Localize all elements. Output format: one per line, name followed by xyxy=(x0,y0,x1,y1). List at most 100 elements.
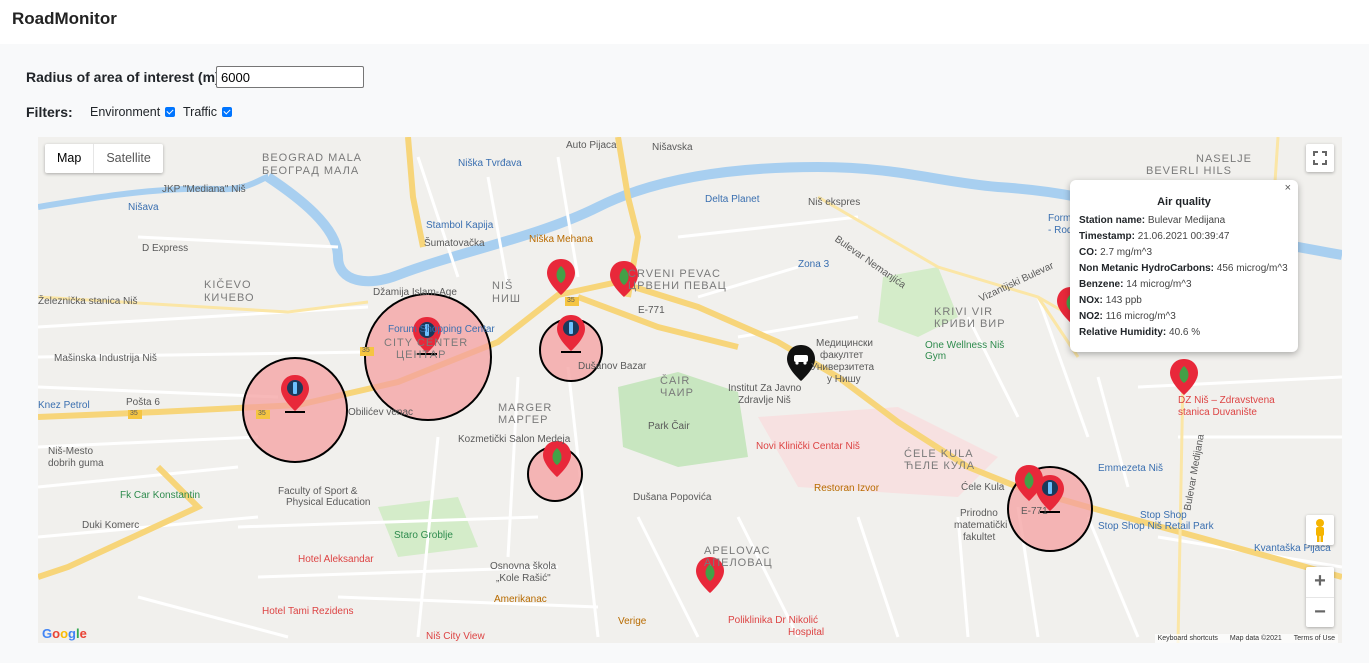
popup-value: 21.06.2021 00:39:47 xyxy=(1137,231,1230,242)
popup-key: Relative Humidity: xyxy=(1079,327,1167,338)
poi-label: Медицински xyxy=(816,338,874,349)
poi-label: Zdravlje Niš xyxy=(738,395,791,406)
popup-value: 456 microg/m^3 xyxy=(1216,263,1288,274)
popup-close-icon[interactable]: × xyxy=(1285,182,1291,194)
popup-value: 14 microg/m^3 xyxy=(1126,279,1192,290)
map[interactable]: BEOGRAD MALA БЕОГРАД МАЛА Niška Tvrđava … xyxy=(38,137,1342,643)
map-data-text: Map data ©2021 xyxy=(1229,635,1282,642)
poi-label: Hospital xyxy=(788,627,825,638)
popup-row: Relative Humidity: 40.6 % xyxy=(1079,325,1289,341)
area-label: НИШ xyxy=(492,293,521,305)
road-shield-label: 35 xyxy=(258,410,266,417)
map-type-satellite[interactable]: Satellite xyxy=(94,144,162,173)
poi-label: Stambol Kapija xyxy=(426,220,494,231)
road-shield-label: 35 xyxy=(567,297,575,304)
area-label: NASELJE xyxy=(1196,153,1252,165)
area-label: BEVERLI HILS xyxy=(1146,165,1232,177)
poi-label: Kozmetički Salon Medeja xyxy=(458,434,571,445)
poi-label: Stop Shop xyxy=(1140,510,1187,521)
poi-label: Hotel Tami Rezidens xyxy=(262,606,354,617)
area-label: КИЧЕВО xyxy=(204,292,255,304)
popup-row: Benzene: 14 microg/m^3 xyxy=(1079,277,1289,293)
area-label: ЦРВЕНИ ПЕВАЦ xyxy=(628,280,727,292)
popup-row: Non Metanic HydroCarbons: 456 microg/m^3 xyxy=(1079,261,1289,277)
zoom-in-button[interactable]: + xyxy=(1306,567,1334,597)
poi-label: Poliklinika Dr Nikolić xyxy=(728,615,819,626)
poi-label: Emmezeta Niš xyxy=(1098,463,1164,474)
map-attribution: Keyboard shortcuts Map data ©2021 Terms … xyxy=(1154,634,1338,643)
street-label: Dušana Popovića xyxy=(633,492,712,503)
poi-label: Restoran Izvor xyxy=(814,483,880,494)
filters-label: Filters: xyxy=(26,104,73,120)
popup-title: Air quality xyxy=(1157,196,1211,208)
area-label: APELOVAC xyxy=(704,545,771,557)
street-view-button[interactable] xyxy=(1306,515,1334,545)
poi-label: Physical Education xyxy=(286,497,371,508)
area-label: NIŠ xyxy=(492,280,514,292)
poi-label: fakultet xyxy=(963,532,996,543)
poi-label: Forum Shopping Centar xyxy=(388,324,495,335)
popup-key: CO: xyxy=(1079,247,1098,258)
environment-checkbox[interactable] xyxy=(165,107,176,117)
poi-label: Verige xyxy=(618,616,647,627)
area-label: ЋЕЛЕ КУЛА xyxy=(904,460,976,472)
filter-traffic-label: Traffic xyxy=(183,105,218,119)
poi-label: Novi Klinički Centar Niš xyxy=(756,441,860,452)
keyboard-shortcuts-link[interactable]: Keyboard shortcuts xyxy=(1158,635,1218,642)
road-shield-label: 35 xyxy=(130,410,138,417)
poi-label: Niška Tvrđava xyxy=(458,158,522,169)
popup-value: 143 ppb xyxy=(1105,295,1142,306)
street-label: Nišavska xyxy=(652,142,693,153)
road-shield-label: 35 xyxy=(362,347,370,354)
poi-label: Staro Groblje xyxy=(394,530,453,541)
area-label: ЦЕНТАР xyxy=(396,349,447,361)
poi-label: One Wellness Niš xyxy=(925,340,1005,351)
poi-label: Универзитета xyxy=(811,362,875,373)
filter-environment-label: Environment xyxy=(90,105,161,119)
poi-label: Pošta 6 xyxy=(126,397,160,408)
poi-label: Niš-Mesto xyxy=(48,446,94,457)
filter-traffic[interactable]: Traffic xyxy=(183,105,233,119)
poi-label: Ćele Kula xyxy=(961,482,1005,493)
road-label: E-771 xyxy=(1021,506,1048,517)
poi-label: Delta Planet xyxy=(705,194,760,205)
popup-key: Non Metanic HydroCarbons: xyxy=(1079,263,1215,274)
poi-label: D Express xyxy=(142,243,189,254)
radius-label: Radius of area of interest (m) xyxy=(26,69,220,85)
area-label: CITY CENTER xyxy=(384,337,469,349)
map-type-map[interactable]: Map xyxy=(45,144,95,173)
poi-label: Auto Pijaca xyxy=(566,140,617,151)
poi-label: Železnička stanica Niš xyxy=(38,296,138,307)
radius-input[interactable] xyxy=(216,66,364,88)
poi-label: Mašinska Industrija Niš xyxy=(54,353,157,364)
poi-label: у Нишу xyxy=(827,374,861,385)
poi-label: „Kole Rašić" xyxy=(496,573,551,584)
zoom-out-button[interactable]: − xyxy=(1306,597,1334,627)
poi-label: matematički xyxy=(954,520,1008,531)
popup-value: 40.6 % xyxy=(1169,327,1201,338)
poi-label: Džamija Islam-Age xyxy=(373,287,457,298)
route-shields xyxy=(128,297,579,419)
poi-label: Stop Shop Niš Retail Park xyxy=(1098,521,1214,532)
area-label: ĆELE KULA xyxy=(904,448,974,460)
poi-label: Fk Car Konstantin xyxy=(120,490,201,501)
pegman-icon xyxy=(1316,519,1324,542)
poi-label: Faculty of Sport & xyxy=(278,486,358,497)
filter-environment[interactable]: Environment xyxy=(90,105,176,119)
popup-row: Station name: Bulevar Medijana xyxy=(1079,213,1289,229)
poi-label: Niš City View xyxy=(426,631,485,642)
zoom-control: + − xyxy=(1306,567,1334,627)
terms-link[interactable]: Terms of Use xyxy=(1294,635,1335,642)
fullscreen-button[interactable] xyxy=(1306,144,1334,172)
river-label: Nišava xyxy=(128,202,159,213)
popup-value: 116 microg/m^3 xyxy=(1105,311,1176,322)
area-label: КРИВИ ВИР xyxy=(934,318,1006,330)
popup-row: Timestamp: 21.06.2021 00:39:47 xyxy=(1079,229,1289,245)
google-logo[interactable]: Google xyxy=(42,626,87,641)
traffic-checkbox[interactable] xyxy=(222,107,233,117)
poi-label: Niška Mehana xyxy=(529,234,593,245)
environment-marker[interactable] xyxy=(1170,359,1198,395)
area-label: KRIVI VIR xyxy=(934,306,994,318)
area-label: АПЕЛОВАЦ xyxy=(704,557,773,569)
popup-key: NOx: xyxy=(1079,295,1103,306)
